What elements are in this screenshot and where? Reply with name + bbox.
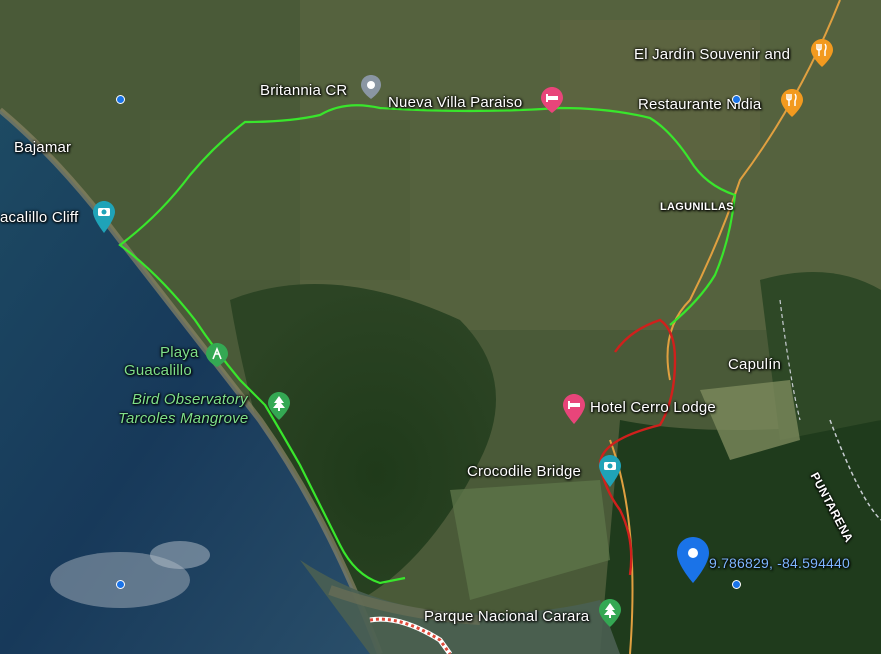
map-dot[interactable] <box>116 95 125 104</box>
place-label-lagunillas[interactable]: LAGUNILLAS <box>660 201 734 213</box>
restaurant-icon[interactable] <box>780 88 804 123</box>
place-label-hotel-cerro[interactable]: Hotel Cerro Lodge <box>590 399 716 416</box>
place-label-bajamar[interactable]: Bajamar <box>14 139 71 156</box>
place-label-capulin[interactable]: Capulín <box>728 356 781 373</box>
restaurant-icon[interactable] <box>810 38 834 73</box>
map-dot[interactable] <box>116 580 125 589</box>
camera-icon[interactable] <box>598 454 622 493</box>
satellite-map[interactable]: Britannia CR Nueva Villa Paraiso El Jard… <box>0 0 881 654</box>
place-label-britannia[interactable]: Britannia CR <box>260 82 347 99</box>
location-pin-icon[interactable] <box>360 74 382 105</box>
hiking-icon[interactable] <box>205 342 229 373</box>
camera-icon[interactable] <box>92 200 116 239</box>
map-dot[interactable] <box>732 95 741 104</box>
place-label-playa-1[interactable]: Playa <box>160 344 199 361</box>
hotel-icon[interactable] <box>562 393 586 430</box>
coordinate-label[interactable]: 9.786829, -84.594440 <box>709 555 850 571</box>
place-label-guacalillo-cliff[interactable]: acalillo Cliff <box>0 209 78 226</box>
place-label-restaurante[interactable]: Restaurante Nidia <box>638 96 761 113</box>
dropped-pin-icon[interactable] <box>676 536 710 589</box>
map-dot[interactable] <box>732 580 741 589</box>
place-label-crocodile[interactable]: Crocodile Bridge <box>467 463 581 480</box>
place-label-playa-2[interactable]: Guacalillo <box>124 362 192 379</box>
tree-icon[interactable] <box>598 598 622 633</box>
tree-icon[interactable] <box>267 391 291 426</box>
place-label-el-jardin[interactable]: El Jardín Souvenir and <box>634 46 790 63</box>
hotel-icon[interactable] <box>540 86 564 119</box>
place-label-bird-1[interactable]: Bird Observatory <box>132 391 248 408</box>
place-label-nueva-villa[interactable]: Nueva Villa Paraiso <box>388 94 522 111</box>
place-label-parque[interactable]: Parque Nacional Carara <box>424 608 589 625</box>
place-label-bird-2[interactable]: Tarcoles Mangrove <box>118 410 248 427</box>
